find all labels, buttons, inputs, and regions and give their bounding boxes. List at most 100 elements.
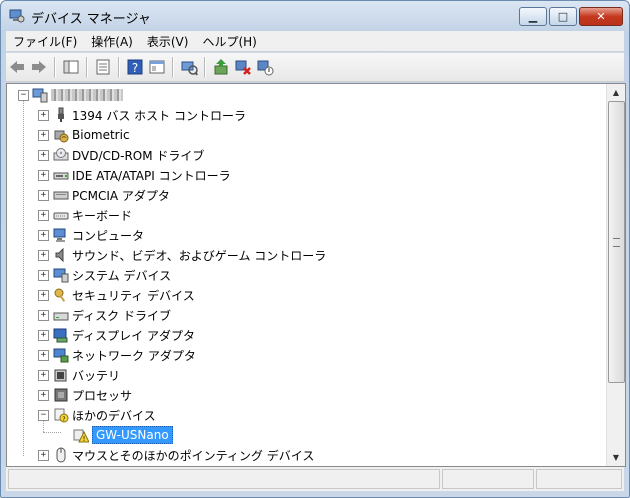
tree-item[interactable]: セキュリティ デバイス bbox=[53, 285, 195, 305]
tree-item-label: IDE ATA/ATAPI コントローラ bbox=[72, 168, 231, 183]
collapse-toggle[interactable]: − bbox=[38, 410, 49, 421]
vertical-scrollbar[interactable]: ▲ ▼ bbox=[606, 84, 625, 466]
expand-toggle[interactable]: + bbox=[38, 250, 49, 261]
tree-item-label: システム デバイス bbox=[72, 268, 172, 283]
tree-item-label: 1394 バス ホスト コントローラ bbox=[72, 108, 246, 123]
tree-item-label: ディスク ドライブ bbox=[72, 308, 171, 323]
title-bar[interactable]: デバイス マネージャ ▁ □ ✕ bbox=[1, 1, 629, 31]
menu-view[interactable]: 表示(V) bbox=[140, 33, 196, 50]
scrollbar-thumb[interactable] bbox=[608, 101, 625, 383]
tree-item[interactable]: キーボード bbox=[53, 205, 132, 225]
status-bar bbox=[6, 467, 624, 491]
mouse-icon bbox=[56, 447, 66, 463]
tree-root[interactable] bbox=[32, 85, 123, 105]
maximize-button[interactable]: □ bbox=[549, 7, 577, 26]
expand-toggle[interactable]: + bbox=[38, 130, 49, 141]
tree-item[interactable]: PCMCIA アダプタ bbox=[53, 185, 170, 205]
expand-toggle[interactable]: + bbox=[38, 210, 49, 221]
expand-toggle[interactable]: + bbox=[38, 150, 49, 161]
disable-button[interactable] bbox=[255, 57, 275, 77]
tree-item-label: マウスとそのほかのポインティング デバイス bbox=[72, 448, 315, 463]
console-tree-button[interactable] bbox=[61, 57, 81, 77]
unknown-device-icon: ? bbox=[54, 408, 69, 423]
view-button[interactable] bbox=[147, 57, 167, 77]
toolbar: ? bbox=[6, 52, 624, 82]
computer-icon bbox=[32, 88, 48, 103]
back-icon bbox=[10, 61, 24, 73]
tree-item-label: ネットワーク アダプタ bbox=[72, 348, 196, 363]
tree-item[interactable]: 1394 バス ホスト コントローラ bbox=[53, 105, 246, 125]
uninstall-button[interactable] bbox=[233, 57, 253, 77]
back-button[interactable] bbox=[7, 57, 27, 77]
expand-toggle[interactable]: + bbox=[38, 170, 49, 181]
tree-child-label: GW-USNano bbox=[92, 426, 173, 444]
disable-icon bbox=[257, 60, 274, 76]
expand-toggle[interactable]: + bbox=[38, 110, 49, 121]
help-button[interactable]: ? bbox=[125, 57, 145, 77]
menu-help[interactable]: ヘルプ(H) bbox=[195, 33, 263, 50]
tree-guide-line bbox=[43, 432, 61, 433]
update-driver-button[interactable] bbox=[211, 57, 231, 77]
biometric-icon bbox=[54, 130, 69, 143]
display-adapter-icon bbox=[53, 328, 68, 343]
scroll-down-button[interactable]: ▼ bbox=[608, 449, 624, 465]
expand-toggle[interactable]: + bbox=[38, 310, 49, 321]
tree-item[interactable]: ディスプレイ アダプタ bbox=[53, 325, 195, 345]
toolbar-separator bbox=[172, 57, 174, 77]
tree-item[interactable]: IDE ATA/ATAPI コントローラ bbox=[53, 165, 231, 185]
tree-item[interactable]: Biometric bbox=[53, 125, 130, 145]
tree-item[interactable]: DVD/CD-ROM ドライブ bbox=[53, 145, 204, 165]
menu-action[interactable]: 操作(A) bbox=[84, 33, 140, 50]
tree-item[interactable]: サウンド、ビデオ、およびゲーム コントローラ bbox=[53, 245, 326, 265]
tree-item[interactable]: ? ほかのデバイス bbox=[53, 405, 156, 425]
forward-button[interactable] bbox=[29, 57, 49, 77]
tree-item[interactable]: マウスとそのほかのポインティング デバイス bbox=[53, 445, 314, 465]
maximize-icon: □ bbox=[557, 10, 569, 23]
svg-text:?: ? bbox=[132, 61, 138, 75]
properties-button[interactable] bbox=[93, 57, 113, 77]
tree-item[interactable]: システム デバイス bbox=[53, 265, 171, 285]
scroll-up-button[interactable]: ▲ bbox=[608, 84, 624, 100]
tree-item[interactable]: ディスク ドライブ bbox=[53, 305, 171, 325]
tree-item[interactable]: バッテリ bbox=[53, 365, 120, 385]
system-device-icon bbox=[53, 268, 69, 283]
expand-toggle[interactable]: + bbox=[38, 350, 49, 361]
device-tree[interactable]: − +1394 バス ホスト コントローラ + Biometric + DVD/CD-R… bbox=[7, 84, 605, 466]
expand-toggle[interactable]: + bbox=[38, 450, 49, 461]
tree-child-item[interactable]: ! GW-USNano bbox=[73, 425, 173, 445]
scan-hardware-icon bbox=[181, 61, 198, 76]
status-pane-main bbox=[8, 469, 440, 489]
warning-device-icon: ! bbox=[73, 429, 89, 443]
expand-toggle[interactable]: + bbox=[38, 230, 49, 241]
ide-controller-icon bbox=[53, 172, 69, 180]
tree-item[interactable]: ネットワーク アダプタ bbox=[53, 345, 196, 365]
dvd-drive-icon bbox=[53, 148, 69, 161]
close-button[interactable]: ✕ bbox=[579, 7, 623, 26]
expand-toggle[interactable]: + bbox=[38, 270, 49, 281]
minimize-icon: ▁ bbox=[528, 10, 538, 23]
device-manager-icon bbox=[9, 9, 25, 23]
expand-toggle[interactable]: + bbox=[38, 290, 49, 301]
console-tree-icon bbox=[63, 60, 79, 74]
tree-item[interactable]: コンピュータ bbox=[53, 225, 144, 245]
tree-item-label: プロセッサ bbox=[72, 388, 133, 403]
tree-item-label: ディスプレイ アダプタ bbox=[72, 328, 195, 343]
tree-item-label: ほかのデバイス bbox=[72, 408, 156, 423]
uninstall-icon bbox=[235, 60, 251, 75]
close-icon: ✕ bbox=[596, 10, 606, 23]
forward-icon bbox=[32, 61, 46, 73]
expand-toggle[interactable]: + bbox=[38, 390, 49, 401]
expand-toggle[interactable]: + bbox=[38, 190, 49, 201]
scan-hardware-button[interactable] bbox=[179, 57, 199, 77]
properties-icon bbox=[96, 59, 110, 75]
expand-toggle[interactable]: + bbox=[38, 370, 49, 381]
minimize-button[interactable]: ▁ bbox=[519, 7, 547, 26]
tree-guide-line bbox=[43, 420, 44, 432]
expand-toggle[interactable]: + bbox=[38, 330, 49, 341]
menu-file[interactable]: ファイル(F) bbox=[6, 33, 84, 50]
device-manager-window: デバイス マネージャ ▁ □ ✕ ファイル(F) 操作(A) 表示(V) ヘルプ… bbox=[0, 0, 630, 498]
status-pane-secondary bbox=[442, 469, 534, 489]
menu-bar: ファイル(F) 操作(A) 表示(V) ヘルプ(H) bbox=[6, 31, 624, 51]
collapse-toggle[interactable]: − bbox=[18, 90, 29, 101]
tree-item[interactable]: プロセッサ bbox=[53, 385, 132, 405]
